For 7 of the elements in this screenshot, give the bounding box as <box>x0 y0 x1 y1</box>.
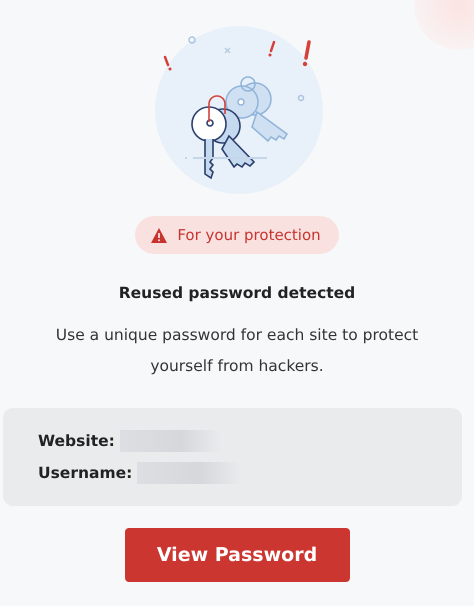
badge-text: For your protection <box>177 226 321 244</box>
alert-title: Reused password detected <box>118 284 356 302</box>
detail-label: Website: <box>38 432 115 450</box>
warning-icon <box>151 228 168 242</box>
view-password-button[interactable]: View Password <box>124 528 350 582</box>
alert-message: Use a unique password for each site to protect yourself from hackers. <box>54 325 420 377</box>
detail-label: Username: <box>38 464 132 482</box>
